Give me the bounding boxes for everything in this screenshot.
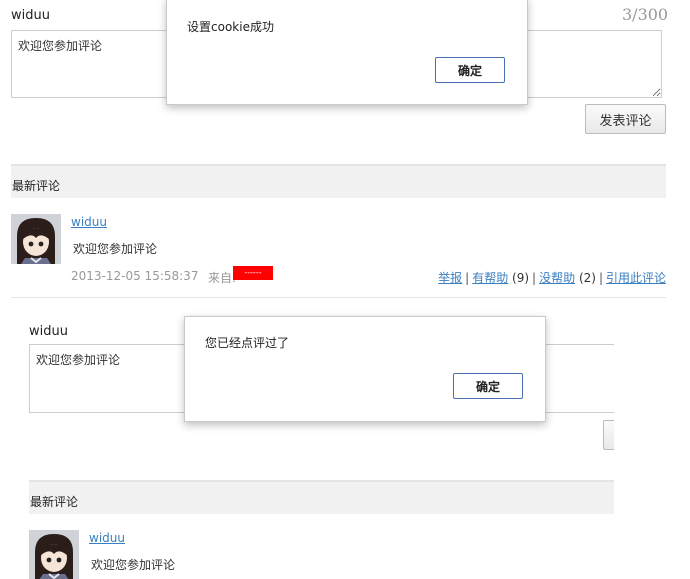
comment-actions: 举报 | 有帮助 (9) | 没帮助 (2) | 引用此评论 <box>438 269 666 286</box>
quote-link[interactable]: 引用此评论 <box>606 271 666 285</box>
not-helpful-link[interactable]: 没帮助 <box>539 271 575 285</box>
comment-text: 欢迎您参加评论 <box>91 558 176 572</box>
helpful-link[interactable]: 有帮助 <box>472 271 508 285</box>
latest-comments-header: 最新评论 <box>29 480 614 514</box>
separator: | <box>465 271 470 285</box>
avatar-image <box>29 530 79 579</box>
dialog-message: 您已经点评过了 <box>205 336 290 350</box>
source-tag: ------ <box>233 266 273 280</box>
avatar <box>11 214 61 264</box>
section-title: 最新评论 <box>30 495 79 509</box>
char-counter: 3/300 <box>622 5 669 24</box>
ok-button[interactable]: 确定 <box>435 57 505 83</box>
helpful-count: (9) <box>512 271 530 285</box>
comment-author-link[interactable]: widuu <box>89 531 125 545</box>
comment-text: 欢迎您参加评论 <box>73 242 158 256</box>
comment-source-label: 来自: <box>208 271 237 285</box>
section-title: 最新评论 <box>12 179 61 193</box>
alert-dialog: 设置cookie成功 确定 <box>166 0 528 105</box>
comment-author-link[interactable]: widuu <box>71 215 107 229</box>
avatar-image <box>11 214 61 264</box>
latest-comments-header: 最新评论 <box>11 164 666 198</box>
separator: | <box>598 271 603 285</box>
separator: | <box>532 271 537 285</box>
username-label: widuu <box>11 8 50 23</box>
divider <box>11 297 666 298</box>
submit-comment-button[interactable]: 发表评论 <box>585 104 666 134</box>
avatar <box>29 530 79 579</box>
ok-button[interactable]: 确定 <box>453 373 523 399</box>
not-helpful-count: (2) <box>578 271 596 285</box>
comment-timestamp: 2013-12-05 15:58:37 <box>71 269 199 283</box>
submit-button-clip <box>603 420 614 451</box>
dialog-message: 设置cookie成功 <box>187 20 274 34</box>
report-link[interactable]: 举报 <box>438 271 462 285</box>
username-label: widuu <box>29 324 68 339</box>
alert-dialog: 您已经点评过了 确定 <box>184 316 546 422</box>
submit-comment-button[interactable] <box>603 420 614 450</box>
